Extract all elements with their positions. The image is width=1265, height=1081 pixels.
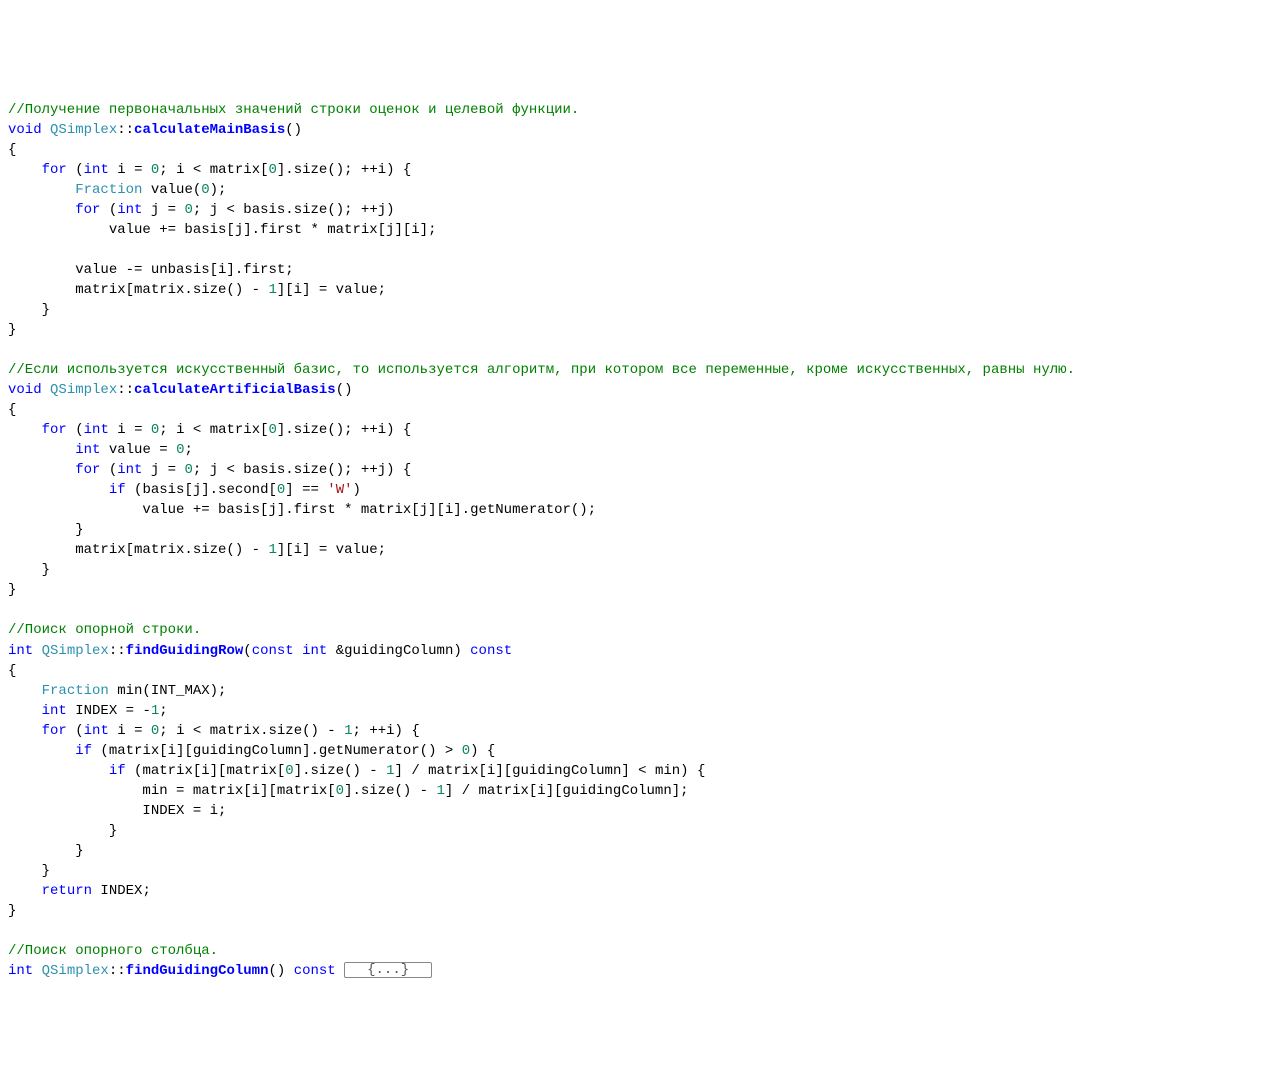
keyword: const (252, 643, 294, 659)
function-name: calculateMainBasis (134, 122, 285, 138)
keyword: if (109, 482, 126, 498)
keyword: const (470, 643, 512, 659)
number: 0 (151, 422, 159, 438)
number: 1 (268, 282, 276, 298)
keyword: int (42, 703, 67, 719)
keyword: for (75, 462, 100, 478)
keyword: int (117, 462, 142, 478)
comment-line: //Поиск опорной строки. (8, 622, 201, 638)
type: QSimplex (50, 122, 117, 138)
punct: :: (109, 963, 126, 979)
keyword: if (109, 763, 126, 779)
punct: :: (117, 382, 134, 398)
type: Fraction (42, 683, 109, 699)
number: 0 (285, 763, 293, 779)
number: 0 (184, 462, 192, 478)
type: QSimplex (42, 963, 109, 979)
number: 0 (277, 482, 285, 498)
number: 0 (151, 723, 159, 739)
keyword: int (75, 442, 100, 458)
number: 0 (269, 422, 277, 438)
punct: :: (109, 643, 126, 659)
keyword: int (8, 963, 33, 979)
keyword: void (8, 122, 42, 138)
number: 0 (151, 162, 159, 178)
brace: { (8, 142, 16, 158)
keyword: int (117, 202, 142, 218)
number: 1 (386, 763, 394, 779)
number: 0 (184, 202, 192, 218)
keyword: return (42, 883, 92, 899)
fold-widget[interactable]: {...} (344, 962, 432, 978)
char-literal: 'W' (327, 482, 352, 498)
type: Fraction (75, 182, 142, 198)
number: 1 (151, 703, 159, 719)
type: QSimplex (42, 643, 109, 659)
keyword: if (75, 743, 92, 759)
number: 0 (269, 162, 277, 178)
function-name: findGuidingColumn (126, 963, 269, 979)
code-view: //Получение первоначальных значений стро… (0, 80, 1265, 981)
keyword: for (42, 422, 67, 438)
keyword: int (8, 643, 33, 659)
number: 0 (176, 442, 184, 458)
comment-line: //Поиск опорного столбца. (8, 943, 218, 959)
number: 1 (436, 783, 444, 799)
keyword: int (302, 643, 327, 659)
punct: :: (117, 122, 134, 138)
keyword: int (84, 162, 109, 178)
number: 1 (344, 723, 352, 739)
number: 0 (462, 743, 470, 759)
type: QSimplex (50, 382, 117, 398)
comment-line: //Получение первоначальных значений стро… (8, 102, 579, 118)
keyword: void (8, 382, 42, 398)
function-name: findGuidingRow (126, 643, 244, 659)
keyword: for (42, 723, 67, 739)
number: 1 (268, 542, 276, 558)
keyword: int (84, 723, 109, 739)
keyword: for (75, 202, 100, 218)
keyword: for (42, 162, 67, 178)
keyword: int (84, 422, 109, 438)
function-name: calculateArtificialBasis (134, 382, 336, 398)
number: 0 (336, 783, 344, 799)
keyword: const (294, 963, 336, 979)
number: 0 (201, 182, 209, 198)
comment-line: //Если используется искусственный базис,… (8, 362, 1075, 378)
